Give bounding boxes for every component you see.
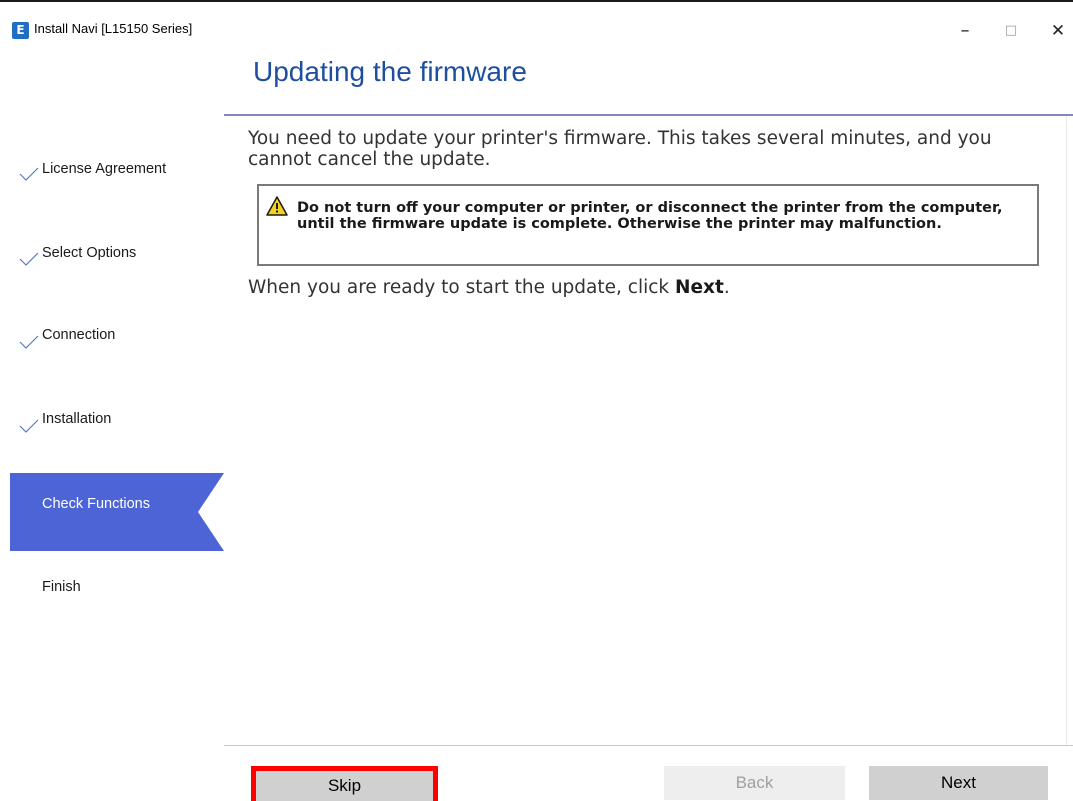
back-button[interactable]: Back — [664, 766, 845, 800]
ready-suffix: . — [723, 277, 730, 298]
checkmark-icon — [19, 167, 39, 181]
ready-instruction: When you are ready to start the update, … — [248, 277, 730, 298]
step-select-options: Select Options — [10, 214, 224, 292]
steps-sidebar: License Agreement Select Options Connect… — [0, 48, 224, 801]
window-title: Install Navi [L15150 Series] — [34, 21, 193, 36]
step-label: License Agreement — [42, 161, 167, 177]
step-label: Finish — [42, 579, 81, 595]
step-license-agreement: License Agreement — [10, 129, 224, 207]
step-connection: Connection — [10, 297, 224, 375]
checkmark-icon — [19, 419, 39, 433]
active-step-pointer — [198, 473, 224, 551]
step-finish: Finish — [10, 555, 224, 633]
app-icon: E — [12, 22, 29, 39]
step-label: Installation — [42, 411, 112, 427]
page-title: Updating the firmware — [253, 56, 527, 87]
content-scroll-edge — [1066, 116, 1073, 746]
warning-box: Do not turn off your computer or printer… — [257, 184, 1039, 266]
skip-button[interactable]: Skip — [251, 766, 438, 801]
installer-window: E Install Navi [L15150 Series] – □ ✕ Lic… — [0, 0, 1073, 801]
minimize-button[interactable]: – — [950, 16, 980, 46]
ready-next-emphasis: Next — [675, 277, 724, 298]
step-label: Select Options — [42, 245, 137, 261]
step-label: Check Functions — [42, 496, 150, 512]
warning-icon — [266, 196, 288, 216]
maximize-button[interactable]: □ — [996, 16, 1026, 46]
warning-text: Do not turn off your computer or printer… — [297, 200, 1003, 232]
checkmark-icon — [19, 335, 39, 349]
step-installation: Installation — [10, 381, 224, 459]
checkmark-icon — [19, 252, 39, 266]
next-button[interactable]: Next — [869, 766, 1048, 800]
intro-text: You need to update your printer's firmwa… — [248, 128, 992, 170]
title-divider — [224, 114, 1073, 116]
footer-divider — [224, 745, 1073, 746]
title-bar: E Install Navi [L15150 Series] – □ ✕ — [0, 2, 1073, 41]
step-check-functions: Check Functions — [10, 473, 224, 551]
step-label: Connection — [42, 327, 116, 343]
ready-prefix: When you are ready to start the update, … — [248, 277, 675, 298]
close-button[interactable]: ✕ — [1043, 16, 1073, 46]
